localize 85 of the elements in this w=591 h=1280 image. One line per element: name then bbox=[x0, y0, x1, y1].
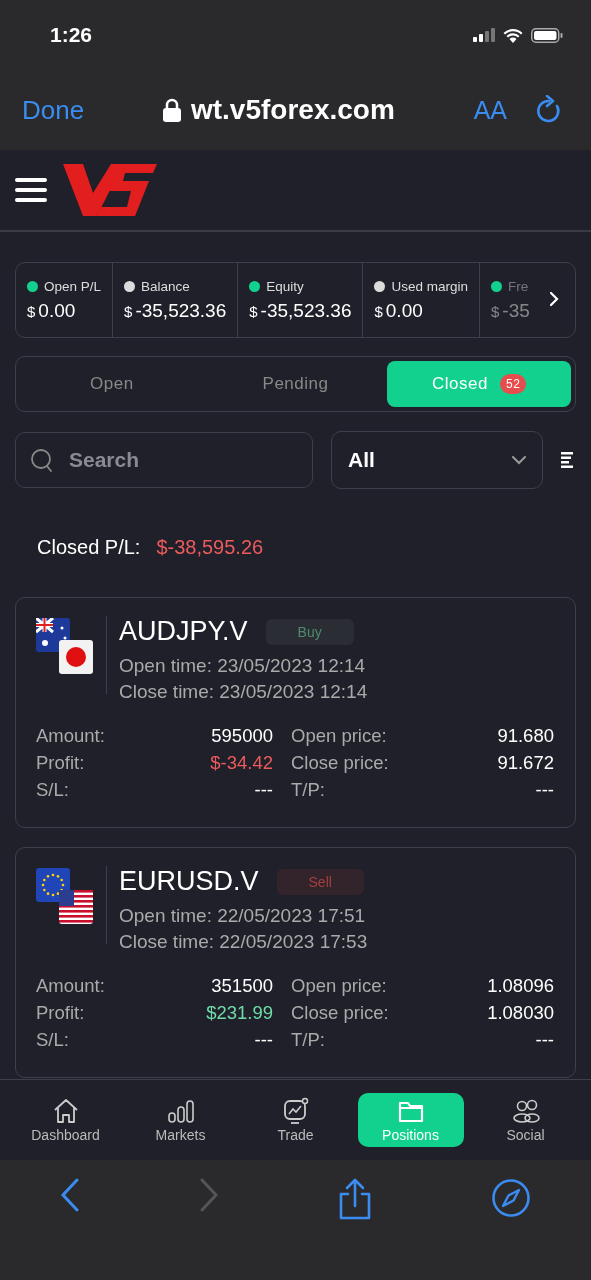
back-icon[interactable] bbox=[59, 1178, 80, 1212]
summary-value: -35,523.36 bbox=[135, 299, 227, 322]
stat-value: 91.672 bbox=[497, 752, 554, 774]
people-icon bbox=[510, 1097, 541, 1125]
stat-value: $-34.42 bbox=[210, 752, 273, 774]
stat-label: T/P: bbox=[291, 779, 325, 801]
chevron-right-icon[interactable] bbox=[549, 291, 559, 307]
summary-label: Open P/L bbox=[44, 278, 102, 294]
stat-label: Open price: bbox=[291, 975, 387, 997]
stat-label: Open price: bbox=[291, 725, 387, 747]
nav-tab[interactable]: Markets bbox=[127, 1093, 234, 1147]
closed-pl-label: Closed P/L: bbox=[37, 535, 141, 559]
url-text[interactable]: wt.v5forex.com bbox=[190, 94, 395, 126]
stat-value: 351500 bbox=[211, 975, 273, 997]
side-tag: Sell bbox=[276, 868, 364, 895]
status-time: 1:26 bbox=[50, 23, 93, 47]
side-tag: Buy bbox=[265, 618, 354, 645]
position-card[interactable]: AUDJPY.V Buy Open time: 23/05/2023 12:14 Close time: 23/05/2023 12:14 Amount: 595000 Open price: 91.680 Profit: $-34.42 Close price: 91.672 S/L: --- T/P: --- bbox=[15, 597, 576, 828]
stat-label: Profit: bbox=[36, 1002, 85, 1024]
nav-tab[interactable]: Dashboard bbox=[12, 1093, 119, 1147]
search-icon bbox=[30, 448, 54, 472]
stat-label: Amount: bbox=[36, 975, 105, 997]
summary-value: -35 bbox=[502, 299, 530, 322]
currency-sign: $ bbox=[374, 302, 383, 320]
lock-icon bbox=[162, 98, 181, 122]
tab[interactable]: Closed 52 bbox=[387, 361, 571, 407]
bar-chart-icon bbox=[165, 1097, 196, 1125]
position-card[interactable]: EURUSD.V Sell Open time: 22/05/2023 17:51 Close time: 22/05/2023 17:53 Amount: 351500 Open price: 1.08096 Profit: $231.99 Close price: 1.08030 S/L: --- T/P: --- bbox=[15, 847, 576, 1078]
search-field[interactable]: Search bbox=[15, 432, 313, 488]
count-badge: 52 bbox=[499, 374, 527, 394]
open-time: Open time: 22/05/2023 17:51 bbox=[119, 905, 367, 927]
currency-sign: $ bbox=[491, 302, 500, 320]
logo-icon bbox=[63, 163, 157, 217]
close-time: Close time: 23/05/2023 12:14 bbox=[119, 681, 368, 703]
stat-label: Close price: bbox=[291, 1002, 389, 1024]
currency-sign: $ bbox=[27, 302, 36, 320]
summary-label: Equity bbox=[266, 278, 304, 294]
stat-label: Close price: bbox=[291, 752, 389, 774]
done-button[interactable]: Done bbox=[22, 94, 85, 126]
text-size-button[interactable]: AA bbox=[473, 95, 507, 125]
stat-label: Profit: bbox=[36, 752, 85, 774]
open-time: Open time: 23/05/2023 12:14 bbox=[119, 655, 367, 677]
share-icon[interactable] bbox=[338, 1178, 373, 1220]
stat-value: $231.99 bbox=[206, 1002, 273, 1024]
stat-label: Amount: bbox=[36, 725, 105, 747]
flag-icon bbox=[36, 618, 70, 652]
filter-dropdown[interactable]: All bbox=[331, 431, 543, 489]
nav-tab[interactable]: Trade bbox=[242, 1093, 349, 1147]
stat-value: --- bbox=[254, 779, 273, 801]
tab[interactable]: Open bbox=[20, 361, 204, 407]
close-time: Close time: 22/05/2023 17:53 bbox=[119, 931, 368, 953]
summary-value: 0.00 bbox=[385, 299, 423, 322]
reload-icon[interactable] bbox=[535, 95, 563, 125]
summary-value: -35,523.36 bbox=[260, 299, 352, 322]
flag-icon bbox=[36, 868, 70, 902]
summary-label: Balance bbox=[141, 278, 190, 294]
summary-label: Used margin bbox=[391, 278, 468, 294]
symbol-name: EURUSD.V bbox=[119, 866, 259, 897]
stat-value: --- bbox=[535, 1029, 554, 1051]
stat-label: S/L: bbox=[36, 779, 69, 801]
stat-value: 1.08096 bbox=[487, 975, 554, 997]
sort-icon[interactable] bbox=[561, 452, 573, 468]
stat-value: --- bbox=[254, 1029, 273, 1051]
wifi-icon bbox=[503, 27, 523, 43]
battery-icon bbox=[531, 27, 563, 43]
tab[interactable]: Pending bbox=[203, 361, 388, 407]
flag-icon bbox=[59, 890, 93, 924]
summary-label: Fre bbox=[508, 278, 529, 294]
symbol-name: AUDJPY.V bbox=[119, 616, 248, 647]
closed-pl-value: $-38,595.26 bbox=[156, 535, 264, 559]
currency-sign: $ bbox=[249, 302, 258, 320]
flag-icon bbox=[59, 640, 93, 674]
stat-value: 595000 bbox=[211, 725, 273, 747]
stat-value: 91.680 bbox=[497, 725, 554, 747]
stat-value: 1.08030 bbox=[487, 1002, 554, 1024]
stat-label: S/L: bbox=[36, 1029, 69, 1051]
nav-tab[interactable]: Social bbox=[472, 1093, 579, 1147]
summary-value: 0.00 bbox=[38, 299, 76, 322]
chevron-down-icon bbox=[512, 455, 526, 465]
currency-sign: $ bbox=[124, 302, 133, 320]
compass-icon[interactable] bbox=[491, 1178, 532, 1218]
signal-icon bbox=[473, 28, 495, 42]
menu-icon[interactable] bbox=[15, 178, 47, 202]
stat-value: --- bbox=[535, 779, 554, 801]
stat-label: T/P: bbox=[291, 1029, 325, 1051]
